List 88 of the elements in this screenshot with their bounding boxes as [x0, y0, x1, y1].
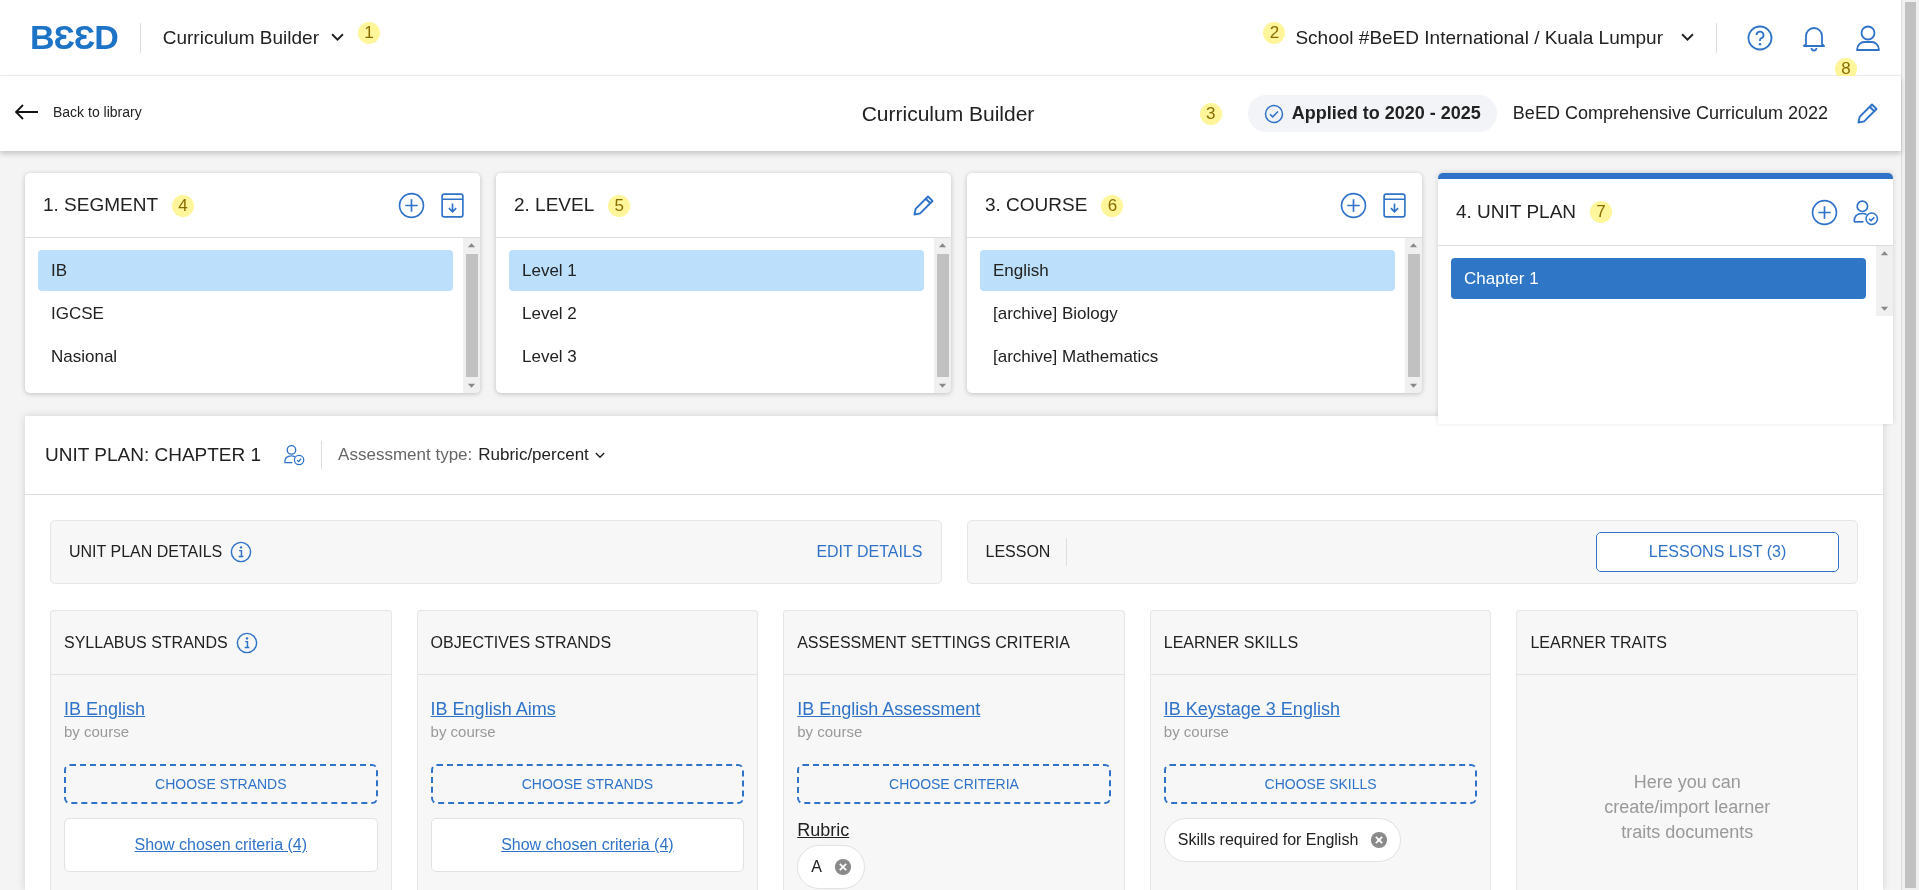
- number-marker: 5: [608, 195, 631, 217]
- show-criteria-link[interactable]: Show chosen criteria (4): [134, 836, 308, 854]
- section-title: SYLLABUS STRANDS: [64, 633, 228, 652]
- scroll-up-icon[interactable]: [938, 242, 947, 248]
- section-title: LEARNER SKILLS: [1163, 633, 1299, 652]
- document-link[interactable]: IB Keystage 3 English: [1163, 699, 1340, 720]
- curriculum-name: BeED Comprehensive Curriculum 2022: [1512, 103, 1828, 124]
- number-marker: 6: [1101, 195, 1124, 217]
- tag-chip: Skills required for English: [1163, 818, 1402, 862]
- list-item[interactable]: IGCSE: [38, 293, 453, 334]
- document-link[interactable]: IB English: [64, 699, 146, 720]
- info-icon[interactable]: [235, 631, 258, 654]
- remove-icon[interactable]: [1370, 831, 1389, 849]
- list-item[interactable]: Nasional: [38, 336, 453, 377]
- list-item[interactable]: Level 1: [509, 250, 924, 291]
- user-check-icon[interactable]: [283, 444, 306, 466]
- choose-button[interactable]: CHOOSE STRANDS: [430, 764, 745, 804]
- source-label: by course: [430, 723, 496, 740]
- list-item[interactable]: [archive] Biology: [980, 293, 1395, 334]
- list-item[interactable]: English: [980, 250, 1395, 291]
- scroll-up-icon[interactable]: [467, 242, 476, 248]
- document-link[interactable]: IB English Assessment: [797, 699, 981, 720]
- add-icon[interactable]: [398, 191, 425, 219]
- assessment-type-dropdown[interactable]: Rubric/percent: [478, 445, 605, 465]
- caret-icon: [331, 33, 344, 42]
- caret-icon: [1681, 33, 1694, 42]
- list-item[interactable]: Chapter 1: [1451, 258, 1866, 299]
- choose-button[interactable]: CHOOSE STRANDS: [64, 764, 378, 804]
- document-link[interactable]: IB English Aims: [430, 699, 556, 720]
- list-item[interactable]: [archive] Mathematics: [980, 336, 1395, 377]
- number-marker: 1: [358, 21, 380, 44]
- show-criteria-link[interactable]: Show chosen criteria (4): [501, 836, 674, 854]
- school-switcher[interactable]: School #BeED International / Kuala Lumpur: [1295, 26, 1694, 49]
- scrollbar[interactable]: [1876, 246, 1893, 316]
- source-label: by course: [1163, 723, 1229, 740]
- tag-chip: A: [797, 845, 865, 889]
- panel-title: 4. UNIT PLAN: [1456, 201, 1577, 223]
- scroll-up-icon[interactable]: [1880, 250, 1889, 256]
- choose-button[interactable]: CHOOSE SKILLS: [1163, 764, 1478, 804]
- scroll-down-icon[interactable]: [467, 383, 476, 389]
- scroll-down-icon[interactable]: [1880, 306, 1889, 312]
- archive-icon[interactable]: [1381, 191, 1408, 219]
- info-icon[interactable]: [230, 541, 253, 563]
- empty-message: Here you can create/import learner traits documents: [1603, 771, 1772, 844]
- section-title: ASSESSMENT SETTINGS CRITERIA: [797, 633, 1070, 652]
- list-item[interactable]: Level 3: [509, 336, 924, 377]
- choose-button[interactable]: CHOOSE CRITERIA: [797, 764, 1111, 804]
- lesson-title: LESSON: [985, 543, 1051, 561]
- page-title: Curriculum Builder: [861, 101, 1035, 126]
- scroll-down-icon[interactable]: [938, 383, 947, 389]
- app-switcher[interactable]: Curriculum Builder: [162, 26, 344, 49]
- scroll-down-icon[interactable]: [1409, 383, 1418, 389]
- add-icon[interactable]: [1811, 198, 1838, 226]
- list-item[interactable]: IB: [38, 250, 453, 291]
- panel-title: 1. SEGMENT: [43, 194, 159, 216]
- assessment-type-label: Assessment type:: [338, 445, 473, 465]
- help-icon[interactable]: [1747, 23, 1773, 52]
- add-icon[interactable]: [1340, 191, 1367, 219]
- section-title: OBJECTIVES STRANDS: [430, 633, 612, 652]
- section-title: LEARNER TRAITS: [1530, 633, 1667, 652]
- number-marker: 4: [172, 195, 195, 217]
- archive-icon[interactable]: [439, 191, 466, 219]
- applied-badge: Applied to 2020 - 2025: [1247, 95, 1497, 132]
- number-marker: 2: [1263, 21, 1286, 44]
- scroll-up-icon[interactable]: [1409, 242, 1418, 248]
- panel-title: 2. LEVEL: [514, 194, 595, 216]
- group-heading: Rubric: [797, 820, 850, 841]
- source-label: by course: [797, 723, 863, 740]
- list-item[interactable]: Level 2: [509, 293, 924, 334]
- panel-title: 3. COURSE: [985, 194, 1088, 216]
- details-title: UNIT PLAN DETAILS: [69, 543, 223, 561]
- number-marker: 3: [1199, 102, 1222, 125]
- back-link[interactable]: Back to library: [15, 103, 142, 120]
- arrow-left-icon: [15, 103, 39, 120]
- scrollbar[interactable]: [463, 238, 480, 393]
- scrollbar[interactable]: [934, 238, 951, 393]
- unit-plan-title: UNIT PLAN: CHAPTER 1: [45, 444, 262, 466]
- number-marker: 7: [1590, 201, 1613, 223]
- remove-icon[interactable]: [833, 858, 852, 876]
- window-scrollbar[interactable]: [1901, 0, 1919, 890]
- lessons-list-button[interactable]: LESSONS LIST (3): [1596, 532, 1839, 572]
- user-check-icon[interactable]: [1852, 198, 1879, 226]
- scrollbar[interactable]: [1405, 238, 1422, 393]
- edit-details-link[interactable]: EDIT DETAILS: [816, 543, 923, 561]
- caret-icon: [594, 451, 605, 459]
- user-icon[interactable]: [1855, 23, 1881, 52]
- logo[interactable]: BƐƐD: [30, 18, 118, 57]
- source-label: by course: [64, 723, 130, 740]
